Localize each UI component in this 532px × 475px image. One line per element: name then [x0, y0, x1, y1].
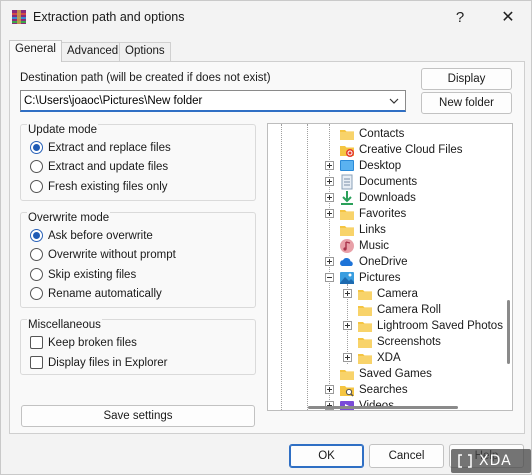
- folder-tree[interactable]: Contacts Creative Cloud Files Desktop Do…: [267, 123, 513, 411]
- folder-icon: [358, 354, 372, 364]
- folder-icon: [358, 306, 372, 316]
- expand-icon[interactable]: [343, 353, 352, 362]
- radio-button[interactable]: [30, 180, 43, 193]
- searches-icon: [340, 386, 354, 397]
- general-panel: Destination path (will be created if doe…: [9, 61, 525, 434]
- overwrite-mode-title: Overwrite mode: [27, 212, 111, 224]
- tab-options[interactable]: Options: [119, 42, 171, 61]
- tree-item-label: XDA: [377, 352, 401, 364]
- tree-item-label: Screenshots: [377, 336, 441, 348]
- folder-icon: [340, 130, 354, 140]
- tree-item-label: Documents: [359, 176, 418, 188]
- downloads-icon: [341, 191, 353, 205]
- music-icon: [340, 239, 354, 253]
- scrollbar-thumb[interactable]: [507, 300, 510, 364]
- expand-icon[interactable]: [325, 385, 334, 394]
- expand-icon[interactable]: [343, 289, 352, 298]
- videos-icon: [340, 401, 354, 410]
- radio-button-selected[interactable]: [30, 141, 43, 154]
- tree-guide: [307, 124, 308, 410]
- checkbox-label: Display files in Explorer: [48, 357, 168, 369]
- expand-icon[interactable]: [325, 257, 334, 266]
- update-mode-group: Update mode Extract and replace files Ex…: [20, 124, 256, 201]
- radio-label: Extract and update files: [48, 161, 169, 173]
- radio-button[interactable]: [30, 248, 43, 261]
- folder-icon: [340, 226, 354, 236]
- miscellaneous-group: Miscellaneous Keep broken files Display …: [20, 319, 256, 375]
- chevron-down-icon[interactable]: [388, 95, 400, 107]
- expand-icon[interactable]: [325, 177, 334, 186]
- tree-horizontal-scrollbar[interactable]: [308, 406, 458, 409]
- folder-icon: [358, 338, 372, 348]
- expand-icon[interactable]: [343, 321, 352, 330]
- cancel-button[interactable]: Cancel: [369, 444, 444, 468]
- destination-label: Destination path (will be created if doe…: [20, 72, 271, 84]
- tree-vertical-scrollbar[interactable]: [503, 124, 512, 410]
- radio-button[interactable]: [30, 268, 43, 281]
- tree-item-label: Saved Games: [359, 368, 432, 380]
- radio-button[interactable]: [30, 160, 43, 173]
- tree-item-label: Contacts: [359, 128, 405, 140]
- folder-icon: [358, 290, 372, 300]
- new-folder-button[interactable]: New folder: [421, 92, 512, 114]
- radio-label: Overwrite without prompt: [48, 249, 176, 261]
- tree-item-label: Downloads: [359, 192, 416, 204]
- tree-item-label: Links: [359, 224, 386, 236]
- tree-item-label: Camera Roll: [377, 304, 441, 316]
- folder-icon: [358, 322, 372, 332]
- expand-icon[interactable]: [325, 193, 334, 202]
- folder-icon: [340, 370, 354, 380]
- tree-item-label: Desktop: [359, 160, 402, 172]
- checkbox[interactable]: [30, 356, 43, 369]
- tree-item-label: Searches: [359, 384, 408, 396]
- folder-icon: [340, 210, 354, 220]
- window-title: Extraction path and options: [33, 10, 185, 24]
- checkbox-label: Keep broken files: [48, 337, 137, 349]
- desktop-icon: [340, 160, 354, 171]
- tab-advanced[interactable]: Advanced: [61, 42, 125, 61]
- tree-guide: [281, 124, 282, 410]
- pictures-icon: [340, 272, 354, 284]
- radio-label: Fresh existing files only: [48, 181, 168, 193]
- expand-icon[interactable]: [325, 161, 334, 170]
- display-button[interactable]: Display: [421, 68, 512, 90]
- tree-item-label: Videos: [359, 398, 394, 410]
- overwrite-mode-group: Overwrite mode Ask before overwrite Over…: [20, 212, 256, 308]
- radio-button[interactable]: [30, 287, 43, 300]
- winrar-icon: [12, 10, 26, 24]
- save-settings-button[interactable]: Save settings: [21, 405, 255, 427]
- xda-watermark: XDA: [451, 449, 531, 473]
- help-title-button[interactable]: ?: [437, 3, 483, 33]
- expand-icon[interactable]: [325, 209, 334, 218]
- tree-item-label: OneDrive: [359, 256, 408, 268]
- destination-path-combobox[interactable]: [20, 90, 406, 112]
- tree-item-label: Lightroom Saved Photos: [377, 320, 503, 332]
- close-button[interactable]: ✕: [485, 3, 531, 33]
- tree-item-label: Pictures: [359, 272, 401, 284]
- extraction-dialog: Extraction path and options ? ✕ General …: [0, 0, 532, 475]
- watermark-text: XDA: [479, 453, 512, 469]
- collapse-icon[interactable]: [325, 273, 334, 282]
- creative-cloud-icon: [340, 146, 354, 157]
- title-bar: Extraction path and options ? ✕: [1, 1, 531, 35]
- tree-item-label: Creative Cloud Files: [359, 144, 463, 156]
- radio-button-selected[interactable]: [30, 229, 43, 242]
- miscellaneous-title: Miscellaneous: [27, 319, 102, 331]
- radio-label: Ask before overwrite: [48, 230, 153, 242]
- tree-item-label: Favorites: [359, 208, 407, 220]
- destination-path-input[interactable]: [24, 92, 376, 110]
- tab-general[interactable]: General: [9, 40, 62, 62]
- radio-label: Extract and replace files: [48, 142, 171, 154]
- ok-button[interactable]: OK: [289, 444, 364, 468]
- radio-label: Rename automatically: [48, 288, 162, 300]
- checkbox[interactable]: [30, 336, 43, 349]
- xda-logo-icon: [458, 454, 472, 468]
- update-mode-title: Update mode: [27, 124, 99, 136]
- tree-item-label: Music: [359, 240, 390, 252]
- onedrive-icon: [340, 257, 353, 266]
- documents-icon: [341, 174, 353, 190]
- tree-item-label: Camera: [377, 288, 418, 300]
- radio-label: Skip existing files: [48, 269, 137, 281]
